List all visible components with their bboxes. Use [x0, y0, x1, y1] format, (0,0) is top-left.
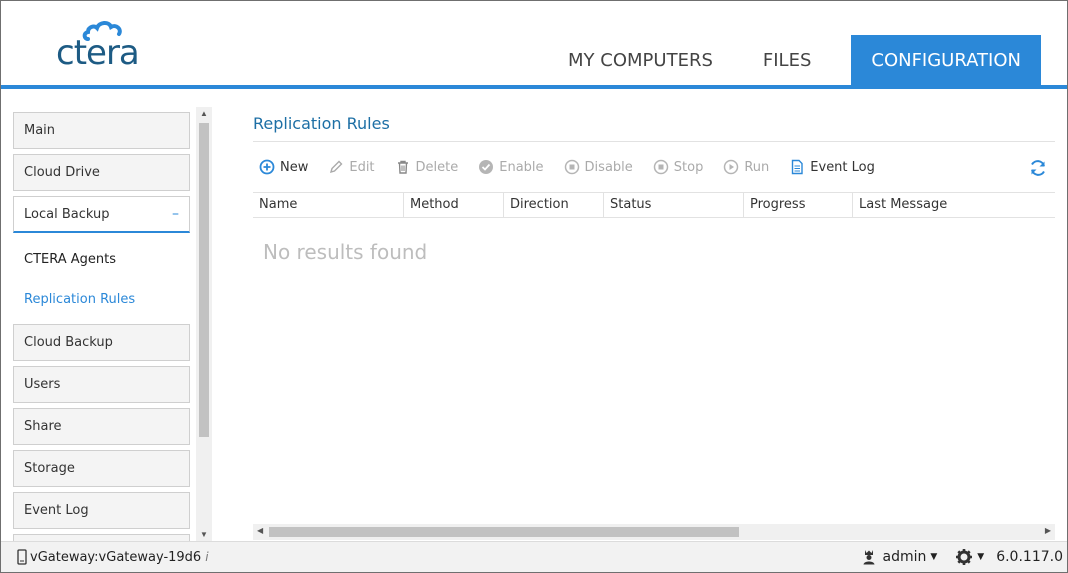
delete-button[interactable]: Delete — [395, 159, 459, 175]
check-circle-icon — [479, 160, 494, 174]
sidebar-item-label: Main — [24, 123, 56, 138]
user-menu-caret-icon: ▼ — [930, 552, 938, 562]
scroll-right-icon[interactable]: ▶ — [1045, 526, 1051, 535]
sidebar-item-storage[interactable]: Storage — [13, 450, 190, 487]
collapse-icon[interactable]: – — [172, 197, 179, 232]
gear-icon — [956, 549, 973, 565]
logo-text: ctera — [56, 33, 140, 73]
ctera-logo[interactable]: ctera — [56, 19, 156, 73]
column-header-method[interactable]: Method — [404, 193, 504, 217]
admin-user-icon — [863, 550, 875, 565]
scroll-down-icon[interactable]: ▼ — [200, 530, 208, 539]
scroll-left-icon[interactable]: ◀ — [257, 526, 263, 535]
sidebar-item-event-log[interactable]: Event Log — [13, 492, 190, 529]
run-button-label: Run — [744, 159, 770, 175]
new-button-label: New — [280, 159, 309, 175]
stop-button-label: Stop — [673, 159, 704, 175]
event-log-button[interactable]: Event Log — [789, 159, 875, 175]
page-title: Replication Rules — [253, 114, 390, 133]
sidebar-item-label: Event Log — [24, 503, 89, 518]
empty-state-text: No results found — [263, 240, 428, 264]
sidebar-item-share[interactable]: Share — [13, 408, 190, 445]
column-header-progress[interactable]: Progress — [744, 193, 853, 217]
sidebar-item-cloud-backup[interactable]: Cloud Backup — [13, 324, 190, 361]
enable-button-label: Enable — [499, 159, 544, 175]
sidebar: Main Cloud Drive Local Backup – CTERA Ag… — [1, 89, 213, 541]
refresh-icon[interactable] — [1028, 158, 1048, 178]
device-icon — [17, 549, 27, 565]
tab-files[interactable]: FILES — [733, 35, 842, 87]
column-header-last-message[interactable]: Last Message — [853, 193, 1055, 217]
sidebar-item-label: Cloud Drive — [24, 165, 100, 180]
column-header-status[interactable]: Status — [604, 193, 744, 217]
sidebar-item-local-backup[interactable]: Local Backup – — [13, 196, 190, 233]
sidebar-item-label: Users — [24, 377, 61, 392]
title-divider — [253, 141, 1055, 142]
toolbar: New Edit Delete Enable Disable Stop Run … — [259, 156, 895, 178]
column-header-name[interactable]: Name — [253, 193, 404, 217]
device-name: vGateway:vGateway-19d6 — [30, 549, 202, 565]
info-icon[interactable]: i — [205, 550, 208, 564]
document-icon — [792, 159, 803, 175]
delete-button-label: Delete — [415, 159, 459, 175]
tab-configuration[interactable]: CONFIGURATION — [851, 35, 1041, 87]
sidebar-item-main[interactable]: Main — [13, 112, 190, 149]
run-button[interactable]: Run — [723, 159, 769, 175]
column-header-direction[interactable]: Direction — [504, 193, 604, 217]
sidebar-scrollbar[interactable]: ▲ ▼ — [196, 107, 212, 541]
sidebar-scroll-thumb[interactable] — [199, 123, 209, 437]
settings-menu[interactable]: ▼ — [955, 548, 984, 566]
table-horizontal-scrollbar[interactable]: ◀ ▶ — [253, 524, 1055, 540]
sidebar-item-label: Local Backup — [24, 207, 110, 222]
edit-button-label: Edit — [349, 159, 375, 175]
table-header: Name Method Direction Status Progress La… — [253, 192, 1055, 218]
settings-caret-icon: ▼ — [977, 552, 985, 562]
scroll-up-icon[interactable]: ▲ — [200, 109, 208, 118]
user-name: admin — [882, 549, 927, 565]
edit-button[interactable]: Edit — [328, 159, 375, 175]
main-nav: MY COMPUTERS FILES CONFIGURATION — [548, 35, 1041, 87]
sidebar-item-cloud-drive[interactable]: Cloud Drive — [13, 154, 190, 191]
trash-icon — [397, 160, 408, 174]
tab-my-computers[interactable]: MY COMPUTERS — [548, 35, 733, 87]
sidebar-item-label: Storage — [24, 461, 75, 476]
pencil-icon — [330, 160, 343, 174]
stop-circle-icon — [653, 159, 669, 175]
event-log-button-label: Event Log — [810, 159, 875, 175]
sidebar-subitem-ctera-agents[interactable]: CTERA Agents — [24, 252, 116, 267]
sidebar-item-more[interactable] — [13, 534, 190, 541]
device-info: vGateway:vGateway-19d6 i — [17, 549, 209, 565]
header: ctera MY COMPUTERS FILES CONFIGURATION — [1, 1, 1067, 87]
plus-circle-icon — [259, 159, 275, 175]
sidebar-subitem-replication-rules[interactable]: Replication Rules — [24, 292, 135, 307]
sidebar-item-label: Share — [24, 419, 62, 434]
version-label: 6.0.117.0 — [996, 549, 1063, 565]
disable-circle-icon — [564, 159, 579, 175]
disable-button[interactable]: Disable — [564, 159, 633, 175]
table-scroll-thumb[interactable] — [269, 527, 739, 537]
status-bar: vGateway:vGateway-19d6 i admin ▼ ▼ 6.0.1… — [1, 541, 1067, 572]
stop-button[interactable]: Stop — [653, 159, 704, 175]
disable-button-label: Disable — [584, 159, 633, 175]
play-circle-icon — [724, 159, 739, 175]
footer-right: admin ▼ ▼ 6.0.117.0 — [862, 548, 1063, 566]
enable-button[interactable]: Enable — [478, 159, 544, 175]
sidebar-item-label: Cloud Backup — [24, 335, 113, 350]
user-menu[interactable]: admin ▼ — [862, 549, 937, 565]
sidebar-item-users[interactable]: Users — [13, 366, 190, 403]
new-button[interactable]: New — [259, 159, 308, 175]
